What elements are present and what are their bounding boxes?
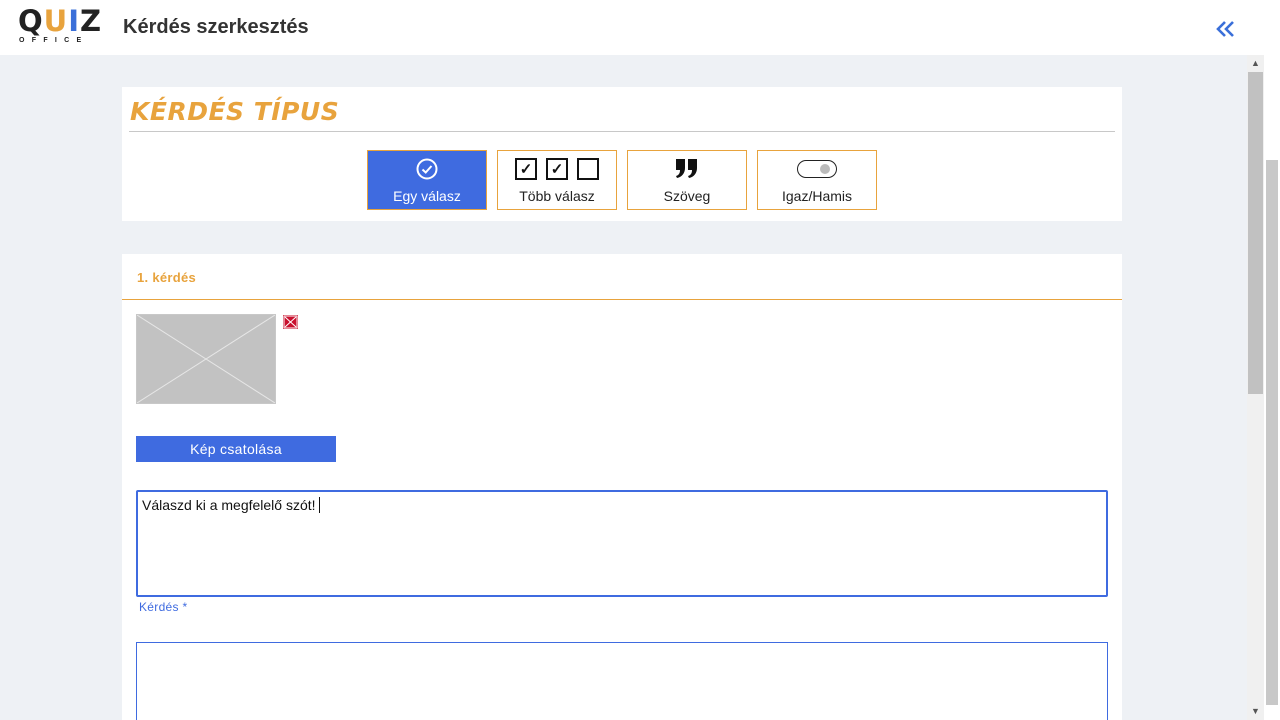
question-field-label: Kérdés * [139, 600, 188, 614]
page-scrollbar-thumb[interactable] [1266, 160, 1278, 705]
type-option-multiple[interactable]: ✓ ✓ Több válasz [497, 150, 617, 210]
logo-text: QUIZ [18, 4, 103, 38]
quote-icon [628, 157, 746, 181]
attach-image-button[interactable]: Kép csatolása [136, 436, 336, 462]
type-option-label: Szöveg [663, 188, 711, 204]
page-scrollbar[interactable] [1264, 0, 1280, 720]
quiz-office-logo[interactable]: QUIZ OFFICE [18, 4, 101, 46]
divider [122, 299, 1122, 300]
check-circle-icon [368, 157, 486, 181]
collapse-icon-svg [1216, 21, 1234, 37]
image-placeholder [136, 314, 276, 404]
scroll-up-arrow-icon[interactable]: ▲ [1247, 55, 1264, 72]
question-text-value: Válaszd ki a megfelelő szót! [142, 497, 316, 513]
checked-box-icon: ✓ [515, 158, 537, 180]
type-option-true-false[interactable]: Igaz/Hamis [757, 150, 877, 210]
empty-box-icon [577, 158, 599, 180]
type-option-label: Több válasz [519, 188, 595, 204]
question-text-field[interactable]: Válaszd ki a megfelelő szót! [136, 490, 1108, 597]
page-title: Kérdés szerkesztés [123, 16, 309, 38]
checkboxes-icon: ✓ ✓ [498, 157, 616, 181]
top-bar: QUIZ OFFICE Kérdés szerkesztés [0, 0, 1264, 55]
text-caret [318, 497, 320, 513]
toggle-icon [758, 157, 876, 181]
answer-text-field[interactable] [136, 642, 1108, 720]
content-scrollbar[interactable]: ▲ ▼ [1247, 55, 1264, 720]
remove-image-icon[interactable] [283, 315, 298, 329]
question-number-title: 1. kérdés [137, 270, 197, 285]
question-type-heading: KÉRDÉS TÍPUS [130, 97, 340, 126]
type-option-label: Igaz/Hamis [781, 188, 853, 204]
image-placeholder-icon [136, 314, 276, 404]
type-option-label: Egy válasz [393, 188, 461, 204]
type-option-single[interactable]: Egy válasz [367, 150, 487, 210]
logo-subtext: OFFICE [19, 37, 89, 44]
double-chevron-left-icon[interactable] [1214, 18, 1240, 44]
scrollbar-thumb[interactable] [1248, 72, 1263, 394]
question-card: 1. kérdés Kép csatolása Válaszd ki a meg… [122, 254, 1122, 720]
type-option-text[interactable]: Szöveg [627, 150, 747, 210]
scroll-down-arrow-icon[interactable]: ▼ [1247, 703, 1264, 720]
divider [129, 131, 1115, 132]
question-type-card: KÉRDÉS TÍPUS Egy válasz ✓ ✓ Több válasz … [122, 87, 1122, 221]
checked-box-icon: ✓ [546, 158, 568, 180]
